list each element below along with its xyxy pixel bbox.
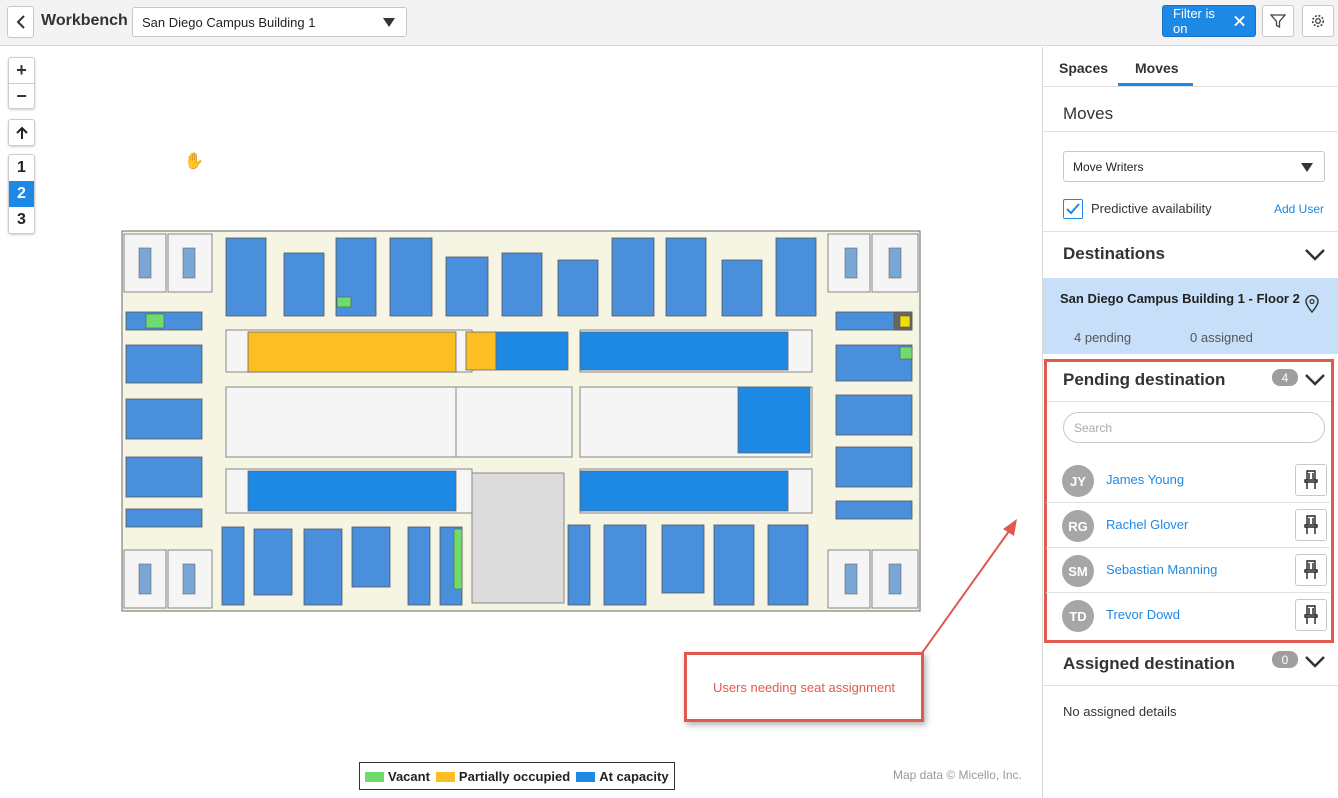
filter-on-label: Filter is on	[1173, 6, 1215, 36]
gear-icon	[1311, 14, 1325, 28]
chevron-left-icon	[16, 15, 25, 29]
moves-select-value: Move Writers	[1073, 160, 1144, 174]
chair-icon	[1304, 605, 1318, 624]
assigned-title: Assigned destination	[1063, 654, 1235, 673]
moves-select[interactable]: Move Writers	[1063, 151, 1325, 182]
chevron-down-icon[interactable]	[1304, 373, 1326, 387]
location-pin-icon[interactable]	[1305, 295, 1319, 313]
assign-seat-button[interactable]	[1295, 554, 1327, 586]
search-input[interactable]: Search	[1063, 412, 1325, 443]
floor-selector: 1 2 3	[8, 154, 35, 234]
partial-swatch	[435, 772, 455, 783]
pending-title: Pending destination	[1063, 370, 1226, 389]
partially-occupied-block	[247, 331, 457, 373]
avatar: TD	[1062, 600, 1094, 632]
vacant-swatch	[365, 772, 384, 783]
map-attribution: Map data © Micello, Inc.	[893, 768, 1022, 782]
predictive-label: Predictive availability	[1091, 201, 1212, 216]
pending-badge: 4	[1272, 369, 1298, 386]
back-button[interactable]	[7, 6, 34, 38]
avatar: RG	[1062, 510, 1094, 542]
capacity-swatch	[576, 772, 596, 783]
user-name-link[interactable]: James Young	[1106, 472, 1184, 487]
zoom-controls: + −	[8, 57, 35, 109]
close-icon	[1234, 15, 1245, 27]
legend-item-vacant: Vacant	[365, 769, 430, 784]
list-item[interactable]: SM Sebastian Manning	[1046, 547, 1330, 593]
building-select[interactable]: San Diego Campus Building 1	[132, 7, 407, 37]
divider	[1043, 231, 1338, 232]
legend-item-partial: Partially occupied	[435, 769, 570, 784]
divider	[1047, 401, 1331, 402]
avatar: JY	[1062, 465, 1094, 497]
add-user-link[interactable]: Add User	[1274, 202, 1324, 216]
top-bar: Workbench San Diego Campus Building 1 Fi…	[0, 0, 1338, 46]
floor-button-1[interactable]: 1	[9, 155, 34, 181]
zoom-out-button[interactable]: −	[9, 83, 34, 108]
hand-cursor-icon: ✋	[184, 153, 204, 170]
tab-moves[interactable]: Moves	[1135, 60, 1179, 76]
legend-item-capacity: At capacity	[576, 769, 669, 784]
moves-title: Moves	[1063, 104, 1114, 123]
map-area[interactable]: + − 1 2 3 ✋ Vacant Partially occupied At…	[0, 47, 1042, 798]
zoom-in-button[interactable]: +	[9, 58, 34, 83]
list-item[interactable]: TD Trevor Dowd	[1046, 592, 1330, 637]
predictive-checkbox[interactable]	[1063, 199, 1083, 219]
north-button[interactable]	[8, 119, 35, 146]
assign-seat-button[interactable]	[1295, 509, 1327, 541]
chevron-down-icon[interactable]	[1304, 248, 1326, 262]
active-tab-indicator	[1118, 83, 1193, 86]
funnel-icon	[1270, 14, 1286, 29]
floor-button-2[interactable]: 2	[9, 181, 34, 207]
assign-seat-button[interactable]	[1295, 599, 1327, 631]
user-name-link[interactable]: Sebastian Manning	[1106, 562, 1217, 577]
user-name-link[interactable]: Trevor Dowd	[1106, 607, 1180, 622]
caret-down-icon	[1301, 163, 1313, 172]
app-title: Workbench	[41, 12, 128, 29]
list-item[interactable]: JY James Young	[1046, 457, 1330, 503]
partially-occupied-block	[465, 331, 497, 371]
checkmark-icon	[1066, 203, 1080, 215]
chair-icon	[1304, 560, 1318, 579]
divider	[1043, 131, 1338, 132]
floor-destination-name: San Diego Campus Building 1 - Floor 2	[1060, 291, 1300, 306]
chair-icon	[1304, 515, 1318, 534]
callout-note: Users needing seat assignment	[684, 652, 924, 722]
callout-arrow	[921, 526, 1013, 654]
filter-on-button[interactable]: Filter is on	[1162, 5, 1256, 37]
panel-tabs: Spaces Moves	[1043, 47, 1338, 87]
chevron-down-icon[interactable]	[1304, 655, 1326, 669]
map-legend: Vacant Partially occupied At capacity	[359, 762, 675, 790]
assign-seat-button[interactable]	[1295, 464, 1327, 496]
avatar: SM	[1062, 555, 1094, 587]
assigned-count: 0 assigned	[1190, 330, 1253, 345]
user-name-link[interactable]: Rachel Glover	[1106, 517, 1188, 532]
arrow-up-icon	[15, 126, 28, 139]
pending-count: 4 pending	[1074, 330, 1132, 345]
tab-spaces[interactable]: Spaces	[1059, 60, 1108, 76]
filter-button[interactable]	[1262, 5, 1294, 37]
moves-panel: Spaces Moves Moves Move Writers Predicti…	[1042, 47, 1338, 798]
caret-down-icon	[383, 18, 395, 27]
list-item[interactable]: RG Rachel Glover	[1046, 502, 1330, 548]
building-select-value: San Diego Campus Building 1	[142, 15, 316, 30]
assigned-badge: 0	[1272, 651, 1298, 668]
floor-button-3[interactable]: 3	[9, 207, 34, 233]
no-assigned-text: No assigned details	[1063, 704, 1177, 719]
settings-button[interactable]	[1302, 5, 1334, 37]
divider	[1043, 685, 1338, 686]
destinations-title: Destinations	[1063, 244, 1166, 263]
chair-icon	[1304, 470, 1318, 489]
floor-destination-card[interactable]: San Diego Campus Building 1 - Floor 2 4 …	[1043, 278, 1338, 354]
